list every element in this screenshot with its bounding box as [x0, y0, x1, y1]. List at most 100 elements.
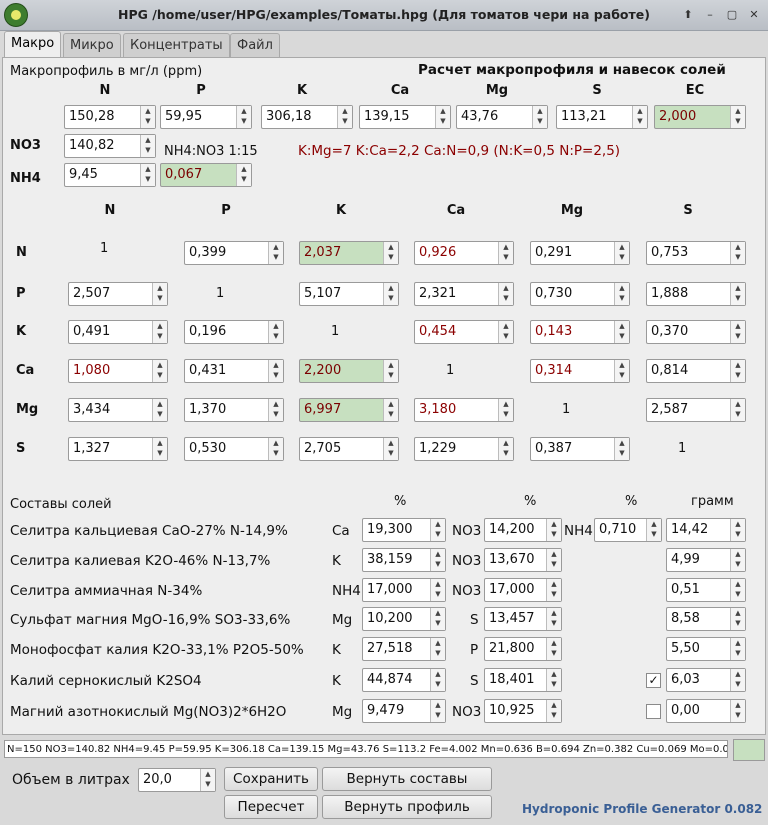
- matrix-cell-mg-k[interactable]: 6,997 ▲ ▼: [299, 398, 399, 422]
- spin-arrows-icon[interactable]: ▲ ▼: [730, 579, 745, 601]
- salt-1-pct1-input[interactable]: 38,159 ▲ ▼: [362, 548, 446, 572]
- spin-arrows-icon[interactable]: ▲ ▼: [614, 360, 629, 382]
- matrix-cell-s-mg[interactable]: 0,387 ▲ ▼: [530, 437, 630, 461]
- matrix-cell-p-k[interactable]: 5,107 ▲ ▼: [299, 282, 399, 306]
- salt-2-pct1-input[interactable]: 17,000 ▲ ▼: [362, 578, 446, 602]
- salt-2-grams-input[interactable]: 0,51 ▲ ▼: [666, 578, 746, 602]
- keep-above-icon[interactable]: ⬆: [680, 7, 696, 23]
- spin-arrows-icon[interactable]: ▲ ▼: [430, 549, 445, 571]
- spin-arrows-icon[interactable]: ▲ ▼: [430, 519, 445, 541]
- spin-arrows-icon[interactable]: ▲ ▼: [140, 106, 155, 128]
- matrix-cell-n-s[interactable]: 0,753 ▲ ▼: [646, 241, 746, 265]
- close-icon[interactable]: ✕: [746, 7, 762, 23]
- spin-arrows-icon[interactable]: ▲ ▼: [730, 669, 745, 691]
- matrix-cell-n-ca[interactable]: 0,926 ▲ ▼: [414, 241, 514, 265]
- spin-arrows-icon[interactable]: ▲ ▼: [614, 321, 629, 343]
- matrix-cell-n-p[interactable]: 0,399 ▲ ▼: [184, 241, 284, 265]
- nh4-ratio-input[interactable]: 0,067 ▲ ▼: [160, 163, 252, 187]
- spin-arrows-icon[interactable]: ▲ ▼: [430, 700, 445, 722]
- salt-4-pct1-input[interactable]: 27,518 ▲ ▼: [362, 637, 446, 661]
- salt-1-pct2-input[interactable]: 13,670 ▲ ▼: [484, 548, 562, 572]
- spin-arrows-icon[interactable]: ▲ ▼: [152, 360, 167, 382]
- spin-arrows-icon[interactable]: ▲ ▼: [546, 608, 561, 630]
- matrix-cell-ca-k[interactable]: 2,200 ▲ ▼: [299, 359, 399, 383]
- spin-arrows-icon[interactable]: ▲ ▼: [430, 608, 445, 630]
- spin-arrows-icon[interactable]: ▲ ▼: [268, 399, 283, 421]
- matrix-cell-s-n[interactable]: 1,327 ▲ ▼: [68, 437, 168, 461]
- matrix-cell-p-ca[interactable]: 2,321 ▲ ▼: [414, 282, 514, 306]
- salt-0-pct3-input[interactable]: 0,710 ▲ ▼: [594, 518, 662, 542]
- spin-arrows-icon[interactable]: ▲ ▼: [268, 321, 283, 343]
- spin-arrows-icon[interactable]: ▲ ▼: [632, 106, 647, 128]
- matrix-cell-ca-mg[interactable]: 0,314 ▲ ▼: [530, 359, 630, 383]
- matrix-cell-s-ca[interactable]: 1,229 ▲ ▼: [414, 437, 514, 461]
- spin-arrows-icon[interactable]: ▲ ▼: [140, 135, 155, 157]
- restore-salts-button[interactable]: Вернуть составы: [322, 767, 492, 791]
- spin-arrows-icon[interactable]: ▲ ▼: [140, 164, 155, 186]
- spin-arrows-icon[interactable]: ▲ ▼: [383, 360, 398, 382]
- salt-0-grams-input[interactable]: 14,42 ▲ ▼: [666, 518, 746, 542]
- spin-arrows-icon[interactable]: ▲ ▼: [730, 242, 745, 264]
- spin-arrows-icon[interactable]: ▲ ▼: [430, 638, 445, 660]
- spin-arrows-icon[interactable]: ▲ ▼: [614, 283, 629, 305]
- spin-arrows-icon[interactable]: ▲ ▼: [730, 700, 745, 722]
- spin-arrows-icon[interactable]: ▲ ▼: [730, 638, 745, 660]
- salt-5-pct1-input[interactable]: 44,874 ▲ ▼: [362, 668, 446, 692]
- spin-arrows-icon[interactable]: ▲ ▼: [152, 399, 167, 421]
- nh4-input[interactable]: 9,45 ▲ ▼: [64, 163, 156, 187]
- spin-arrows-icon[interactable]: ▲ ▼: [546, 700, 561, 722]
- spin-arrows-icon[interactable]: ▲ ▼: [383, 399, 398, 421]
- profile-p-input[interactable]: 59,95 ▲ ▼: [160, 105, 252, 129]
- profile-s-input[interactable]: 113,21 ▲ ▼: [556, 105, 648, 129]
- matrix-cell-mg-s[interactable]: 2,587 ▲ ▼: [646, 398, 746, 422]
- salt-0-pct1-input[interactable]: 19,300 ▲ ▼: [362, 518, 446, 542]
- spin-arrows-icon[interactable]: ▲ ▼: [532, 106, 547, 128]
- matrix-cell-p-s[interactable]: 1,888 ▲ ▼: [646, 282, 746, 306]
- spin-arrows-icon[interactable]: ▲ ▼: [730, 321, 745, 343]
- salt-1-grams-input[interactable]: 4,99 ▲ ▼: [666, 548, 746, 572]
- spin-arrows-icon[interactable]: ▲ ▼: [268, 360, 283, 382]
- spin-arrows-icon[interactable]: ▲ ▼: [730, 106, 745, 128]
- spin-arrows-icon[interactable]: ▲ ▼: [730, 608, 745, 630]
- spin-arrows-icon[interactable]: ▲ ▼: [498, 283, 513, 305]
- no3-input[interactable]: 140,82 ▲ ▼: [64, 134, 156, 158]
- tab-macro[interactable]: Макро: [4, 31, 62, 59]
- spin-arrows-icon[interactable]: ▲ ▼: [498, 321, 513, 343]
- spin-arrows-icon[interactable]: ▲ ▼: [383, 283, 398, 305]
- matrix-cell-n-mg[interactable]: 0,291 ▲ ▼: [530, 241, 630, 265]
- salt-5-pct2-input[interactable]: 18,401 ▲ ▼: [484, 668, 562, 692]
- spin-arrows-icon[interactable]: ▲ ▼: [546, 549, 561, 571]
- salt-4-pct2-input[interactable]: 21,800 ▲ ▼: [484, 637, 562, 661]
- salt-0-pct2-input[interactable]: 14,200 ▲ ▼: [484, 518, 562, 542]
- matrix-cell-k-mg[interactable]: 0,143 ▲ ▼: [530, 320, 630, 344]
- matrix-cell-s-p[interactable]: 0,530 ▲ ▼: [184, 437, 284, 461]
- save-button[interactable]: Сохранить: [224, 767, 318, 791]
- spin-arrows-icon[interactable]: ▲ ▼: [383, 438, 398, 460]
- spin-arrows-icon[interactable]: ▲ ▼: [152, 283, 167, 305]
- spin-arrows-icon[interactable]: ▲ ▼: [498, 399, 513, 421]
- spin-arrows-icon[interactable]: ▲ ▼: [646, 519, 661, 541]
- spin-arrows-icon[interactable]: ▲ ▼: [152, 438, 167, 460]
- spin-arrows-icon[interactable]: ▲ ▼: [498, 242, 513, 264]
- spin-arrows-icon[interactable]: ▲ ▼: [546, 669, 561, 691]
- matrix-cell-ca-p[interactable]: 0,431 ▲ ▼: [184, 359, 284, 383]
- tab-file[interactable]: Файл: [230, 33, 280, 58]
- spin-arrows-icon[interactable]: ▲ ▼: [498, 438, 513, 460]
- spin-arrows-icon[interactable]: ▲ ▼: [152, 321, 167, 343]
- spin-arrows-icon[interactable]: ▲ ▼: [268, 242, 283, 264]
- salt-6-checkbox[interactable]: [646, 704, 661, 719]
- spin-arrows-icon[interactable]: ▲ ▼: [614, 438, 629, 460]
- restore-profile-button[interactable]: Вернуть профиль: [322, 795, 492, 819]
- salt-5-grams-input[interactable]: 6,03 ▲ ▼: [666, 668, 746, 692]
- spin-arrows-icon[interactable]: ▲ ▼: [730, 360, 745, 382]
- spin-arrows-icon[interactable]: ▲ ▼: [546, 638, 561, 660]
- spin-arrows-icon[interactable]: ▲ ▼: [730, 519, 745, 541]
- tab-micro[interactable]: Микро: [63, 33, 121, 58]
- matrix-cell-k-n[interactable]: 0,491 ▲ ▼: [68, 320, 168, 344]
- spin-arrows-icon[interactable]: ▲ ▼: [268, 438, 283, 460]
- matrix-cell-mg-n[interactable]: 3,434 ▲ ▼: [68, 398, 168, 422]
- minimize-icon[interactable]: –: [702, 7, 718, 23]
- matrix-cell-k-ca[interactable]: 0,454 ▲ ▼: [414, 320, 514, 344]
- profile-k-input[interactable]: 306,18 ▲ ▼: [261, 105, 353, 129]
- matrix-cell-s-k[interactable]: 2,705 ▲ ▼: [299, 437, 399, 461]
